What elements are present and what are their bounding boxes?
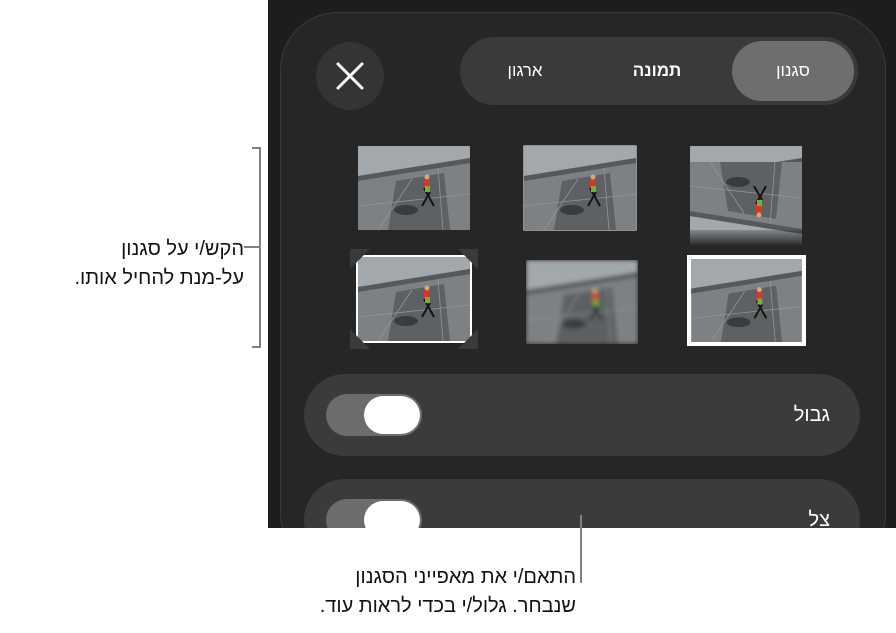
style-thin-border[interactable] — [523, 145, 637, 231]
style-soft-edges[interactable] — [526, 260, 638, 344]
tab-arrange[interactable]: ארגון — [462, 41, 588, 101]
toggle-knob — [364, 501, 420, 528]
styles-bracket-top — [252, 147, 261, 149]
shadow-toggle[interactable] — [326, 499, 422, 528]
shadow-label: צל — [808, 509, 831, 528]
styles-bracket-pointer — [244, 246, 260, 248]
style-thick-border[interactable] — [687, 255, 806, 346]
options-callout: התאם/י את מאפייני הסגנון שנבחר. גלול/י ב… — [320, 563, 576, 621]
border-label: גבול — [793, 404, 830, 426]
styles-bracket-bottom — [252, 346, 261, 348]
photo-thumbnail — [350, 249, 478, 349]
style-reflection[interactable] — [690, 146, 802, 246]
format-popover: ארגון תמונה סגנון גבול צל — [268, 0, 896, 528]
toggle-knob — [364, 396, 420, 434]
options-callout-line2: שנבחר. גלול/י בכדי לראות עוד. — [319, 595, 576, 617]
photo-thumbnail — [687, 255, 806, 346]
tab-style[interactable]: סגנון — [732, 41, 854, 101]
border-toggle[interactable] — [326, 394, 422, 436]
shadow-row: צל — [304, 479, 860, 528]
format-panel: ארגון תמונה סגנון גבול צל — [280, 12, 886, 528]
border-row: גבול — [304, 374, 860, 456]
style-photo-corners[interactable] — [350, 249, 478, 349]
style-plain[interactable] — [358, 146, 470, 230]
photo-thumbnail — [690, 146, 802, 246]
photo-thumbnail — [358, 146, 470, 230]
photo-thumbnail — [523, 145, 637, 231]
format-tabs: ארגון תמונה סגנון — [460, 37, 858, 105]
close-button[interactable] — [316, 42, 384, 110]
styles-callout-line1: הקש/י על סגנון — [121, 238, 244, 260]
options-callout-line1: התאם/י את מאפייני הסגנון — [355, 566, 576, 588]
options-pointer-line — [580, 515, 582, 583]
tab-image[interactable]: תמונה — [590, 41, 724, 101]
styles-callout: הקש/י על סגנון על-מנת להחיל אותו. — [74, 235, 244, 293]
photo-thumbnail — [526, 260, 638, 344]
styles-callout-line2: על-מנת להחיל אותו. — [74, 267, 244, 289]
close-icon — [336, 62, 364, 90]
